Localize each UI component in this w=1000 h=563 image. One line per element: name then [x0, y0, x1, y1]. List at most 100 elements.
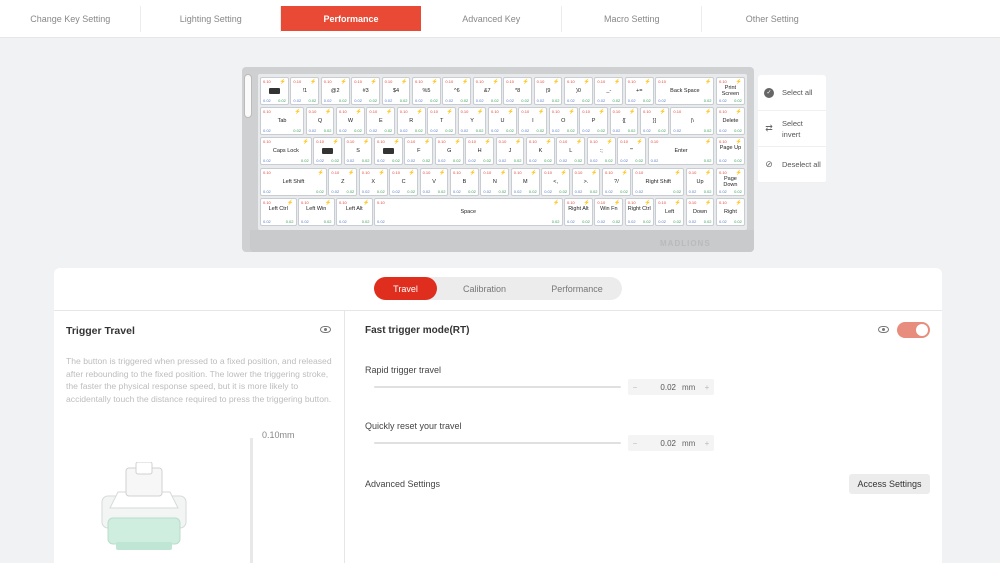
access-settings-button[interactable]: Access Settings [849, 474, 930, 494]
key-f[interactable]: 0.10 ⚡ F 0.02 0.02 [404, 137, 434, 165]
subtab-calibration[interactable]: Calibration [437, 277, 532, 300]
key-key-2-11[interactable]: 0.10 ⚡ "' 0.02 0.02 [617, 137, 647, 165]
key-mt[interactable]: 0.10 ⚡ 0.02 0.02 [260, 77, 289, 105]
key-key-1-12[interactable]: 0.10 ⚡}] 0.02 0.02 [640, 107, 669, 135]
tab-lighting-setting[interactable]: Lighting Setting [141, 0, 282, 38]
eye-icon[interactable] [320, 326, 331, 333]
travel-depth-bar[interactable] [250, 438, 253, 563]
tab-performance[interactable]: Performance [281, 6, 421, 31]
key-y[interactable]: 0.10 ⚡ Y 0.02 0.02 [457, 107, 487, 135]
increment-button[interactable]: + [700, 439, 714, 448]
key-up[interactable]: 0.10 ⚡ Up 0.02 0.02 [685, 168, 715, 196]
key-7[interactable]: 0.10 ⚡ &7 0.02 0.02 [472, 77, 502, 105]
rapid-trigger-slider[interactable] [374, 386, 621, 388]
key-rt-release-value: 0.02 [430, 98, 438, 103]
tab-other-setting[interactable]: Other Setting [702, 0, 843, 38]
key-key-2-10[interactable]: 0.10 ⚡:; 0.02 0.02 [586, 137, 616, 165]
key-h[interactable]: 0.10 ⚡ H 0.02 0.02 [465, 137, 495, 165]
key-tab[interactable]: 0.10 ⚡ Tab 0.02 0.02 [260, 107, 305, 135]
key-back-space[interactable]: 0.10 ⚡ Back Space 0.02 0.02 [655, 77, 715, 105]
key-k[interactable]: 0.10 ⚡ K 0.02 0.02 [526, 137, 555, 165]
key-e[interactable]: 0.10 ⚡ E 0.02 0.02 [366, 107, 396, 135]
key-9[interactable]: 0.10 ⚡ (9 0.02 0.02 [533, 77, 563, 105]
key-key-0-11[interactable]: 0.10 ⚡ _- 0.02 0.02 [594, 77, 624, 105]
key-3[interactable]: 0.10 ⚡ #3 0.02 0.02 [351, 77, 381, 105]
key-key-1-11[interactable]: 0.10 ⚡{[0.02 0.02 [609, 107, 639, 135]
key-left[interactable]: 0.10 ⚡ Left 0.02 0.02 [655, 198, 685, 226]
rapid-trigger-value[interactable]: 0.02 [642, 383, 682, 392]
key-5[interactable]: 0.10 ⚡ %5 0.02 0.02 [412, 77, 441, 105]
deselect-all-label: Deselect all [782, 160, 821, 169]
key-x[interactable]: 0.10 ⚡ X 0.02 0.02 [358, 168, 388, 196]
key-w[interactable]: 0.10 ⚡ W 0.02 0.02 [336, 107, 365, 135]
deselect-all-button[interactable]: ⊘ Deselect all [758, 147, 826, 183]
key-t[interactable]: 0.10 ⚡ T 0.02 0.02 [427, 107, 457, 135]
key-space[interactable]: 0.10 ⚡ Space 0.02 0.02 [374, 198, 563, 226]
key-left-alt[interactable]: 0.10 ⚡ Left Alt 0.02 0.02 [336, 198, 373, 226]
key-i[interactable]: 0.10 ⚡ I 0.02 0.02 [518, 107, 548, 135]
key-1[interactable]: 0.10 ⚡ !1 0.02 0.02 [290, 77, 320, 105]
increment-button[interactable]: + [700, 383, 714, 392]
key-caps-lock[interactable]: 0.10 ⚡ Caps Lock 0.02 0.02 [260, 137, 312, 165]
key-trigger-value: 0.10 [468, 139, 476, 144]
key-m[interactable]: 0.10 ⚡ M 0.02 0.02 [510, 168, 540, 196]
key-right[interactable]: 0.10 ⚡ Right 0.02 0.02 [716, 198, 745, 226]
key-key-1-13[interactable]: 0.10 ⚡ |\ 0.02 0.02 [670, 107, 715, 135]
key-g[interactable]: 0.10 ⚡ G 0.02 0.02 [434, 137, 464, 165]
rt-toggle[interactable] [897, 322, 930, 338]
select-invert-button[interactable]: ⇄ Select invert [758, 111, 826, 147]
key-page-up[interactable]: 0.10 ⚡ Page Up 0.02 0.02 [716, 137, 745, 165]
key-left-win[interactable]: 0.10 ⚡ Left Win 0.02 0.02 [298, 198, 335, 226]
key-6[interactable]: 0.10 ⚡ ^6 0.02 0.02 [442, 77, 472, 105]
lightning-icon: ⚡ [340, 79, 347, 85]
key-delete[interactable]: 0.10 ⚡ Delete 0.02 0.02 [716, 107, 745, 135]
rt-eye-icon[interactable] [878, 326, 889, 333]
key-8[interactable]: 0.10 ⚡ *8 0.02 0.02 [503, 77, 533, 105]
key-4[interactable]: 0.10 ⚡ $4 0.02 0.02 [381, 77, 411, 105]
key-s[interactable]: 0.10 ⚡ S 0.02 0.02 [343, 137, 373, 165]
key-key-0-12[interactable]: 0.10 ⚡ += 0.02 0.02 [624, 77, 654, 105]
key-r[interactable]: 0.10 ⚡ R 0.02 0.02 [396, 107, 426, 135]
key-c[interactable]: 0.10 ⚡ C 0.02 0.02 [389, 168, 419, 196]
key-key-2-1[interactable]: 0.10 ⚡ 0.02 0.02 [313, 137, 343, 165]
key-rt-release-value: 0.02 [582, 219, 590, 224]
decrement-button[interactable]: − [628, 439, 642, 448]
tab-macro-setting[interactable]: Macro Setting [562, 0, 703, 38]
key-u[interactable]: 0.10 ⚡ U 0.02 0.02 [488, 107, 517, 135]
lightning-icon: ⚡ [446, 109, 454, 115]
key-key-3-10[interactable]: 0.10 ⚡ ?/0.02 0.02 [602, 168, 631, 196]
key-v[interactable]: 0.10 ⚡ V 0.02 0.02 [419, 168, 449, 196]
subtab-performance[interactable]: Performance [532, 277, 622, 300]
key-key-2-3[interactable]: 0.10 ⚡ 0.02 0.02 [374, 137, 403, 165]
key-page-down[interactable]: 0.10 ⚡ Page Down 0.02 0.02 [716, 168, 745, 196]
key-q[interactable]: 0.10 ⚡ Q 0.02 0.02 [305, 107, 335, 135]
key-p[interactable]: 0.10 ⚡ P 0.02 0.02 [579, 107, 609, 135]
key-key-3-9[interactable]: 0.10 ⚡ >. 0.02 0.02 [571, 168, 601, 196]
key-win-fn[interactable]: 0.10 ⚡ Win Fn 0.02 0.02 [594, 198, 624, 226]
key-left-shift[interactable]: 0.10 ⚡ Left Shift 0.02 0.02 [260, 168, 327, 196]
key-right-ctrl[interactable]: 0.10 ⚡ Right Ctrl 0.02 0.02 [624, 198, 654, 226]
key-right-shift[interactable]: 0.10 ⚡ Right Shift 0.02 0.02 [632, 168, 685, 196]
key-b[interactable]: 0.10 ⚡ B 0.02 0.02 [450, 168, 479, 196]
tab-change-key-setting[interactable]: Change Key Setting [0, 0, 141, 38]
reset-travel-slider[interactable] [374, 442, 621, 444]
key-enter[interactable]: 0.10 ⚡ Enter 0.02 0.02 [647, 137, 715, 165]
key-o[interactable]: 0.10 ⚡ O 0.02 0.02 [548, 107, 578, 135]
select-all-button[interactable]: ✓ Select all [758, 75, 826, 111]
key-left-ctrl[interactable]: 0.10 ⚡ Left Ctrl 0.02 0.02 [260, 198, 297, 226]
key-key-3-8[interactable]: 0.10 ⚡ <, 0.02 0.02 [541, 168, 571, 196]
key-n[interactable]: 0.10 ⚡ N 0.02 0.02 [480, 168, 510, 196]
subtab-travel[interactable]: Travel [374, 277, 437, 300]
key-z[interactable]: 0.10 ⚡ Z 0.02 0.02 [328, 168, 358, 196]
key-j[interactable]: 0.10 ⚡ J 0.02 0.02 [495, 137, 525, 165]
key-right-alt[interactable]: 0.10 ⚡ Right Alt 0.02 0.02 [564, 198, 593, 226]
key-print-screen[interactable]: 0.10 ⚡ Print Screen 0.02 0.02 [716, 77, 745, 105]
key-down[interactable]: 0.10 ⚡ Down 0.02 0.02 [685, 198, 715, 226]
key-0[interactable]: 0.10 ⚡)0 0.02 0.02 [564, 77, 593, 105]
reset-travel-value[interactable]: 0.02 [642, 439, 682, 448]
key-2[interactable]: 0.10 ⚡ @2 0.02 0.02 [320, 77, 350, 105]
key-label: }] [652, 118, 657, 124]
key-l[interactable]: 0.10 ⚡ L 0.02 0.02 [556, 137, 586, 165]
decrement-button[interactable]: − [628, 383, 642, 392]
tab-advanced-key[interactable]: Advanced Key [421, 0, 562, 38]
